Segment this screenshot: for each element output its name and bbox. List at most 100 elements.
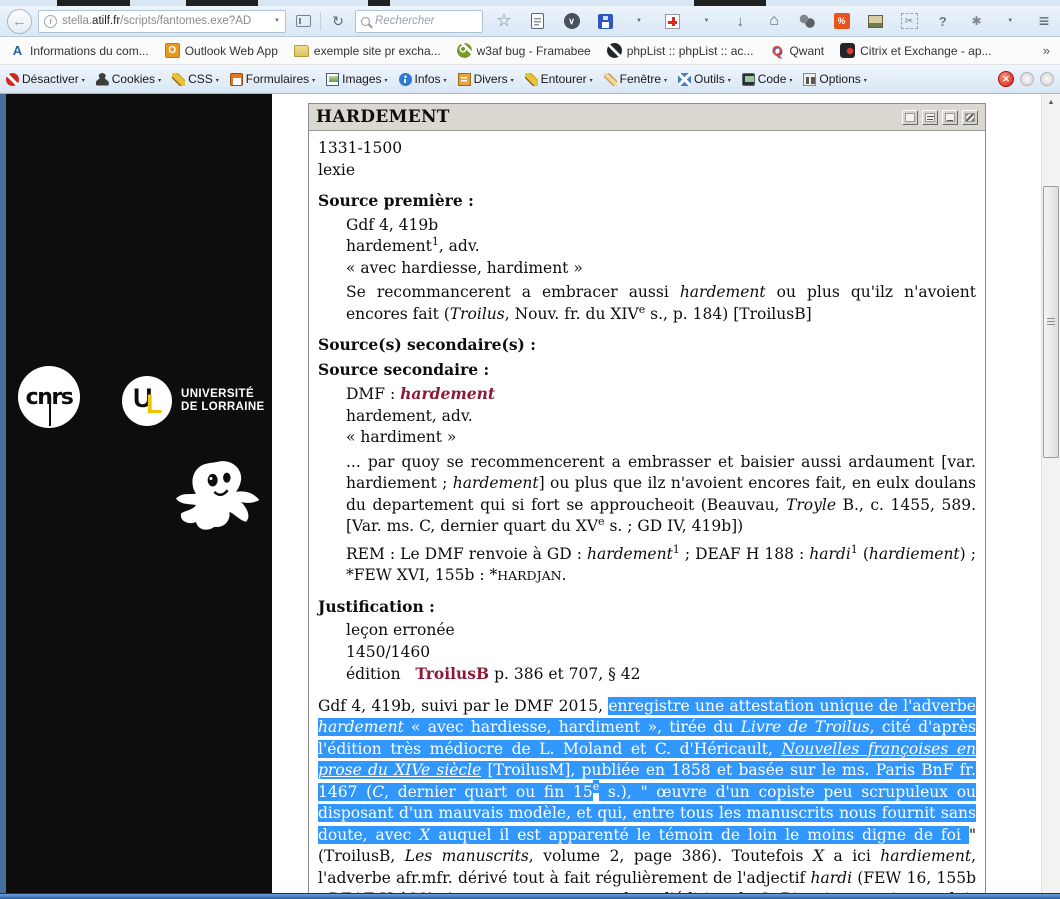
devbar-item-css[interactable]: CSS ▾ xyxy=(172,72,219,86)
bookmark-item[interactable]: w3af bug - Framabee xyxy=(456,43,591,58)
addon-button[interactable] xyxy=(664,9,682,33)
bookmark-label: Qwant xyxy=(789,43,825,58)
inline-link[interactable]: hardement xyxy=(400,384,495,403)
search-placeholder: Rechercher xyxy=(375,15,435,27)
overflow-dropdown-icon[interactable]: ▼ xyxy=(1001,9,1019,33)
save-dropdown-icon[interactable]: ▼ xyxy=(630,9,648,33)
pocket-button[interactable]: ∨ xyxy=(563,9,581,33)
devbar-circle-button[interactable] xyxy=(1020,72,1034,86)
tab-edge[interactable] xyxy=(694,0,766,6)
bookmark-label: Citrix et Exchange - ap... xyxy=(860,43,992,58)
scissors-icon: ✂ xyxy=(900,13,918,29)
back-arrow-icon: ← xyxy=(12,12,27,30)
view-blank-button[interactable] xyxy=(902,109,918,125)
proxy-button[interactable] xyxy=(799,9,817,33)
devbar-item-forms[interactable]: Formulaires ▾ xyxy=(229,72,315,86)
ul-monogram-icon: U L xyxy=(122,376,172,426)
text-segment: HARDJAN xyxy=(497,568,562,583)
bookmarks-menu-button[interactable] xyxy=(529,9,547,33)
view-list-button[interactable] xyxy=(922,109,938,125)
reader-mode-icon xyxy=(295,15,311,27)
forms-clipboard-icon xyxy=(229,72,243,86)
devbar-item-disable[interactable]: Désactiver ▾ xyxy=(6,72,85,86)
menu-button[interactable]: ≡ xyxy=(1035,9,1053,33)
addon-dropdown-icon[interactable]: ▼ xyxy=(698,9,716,33)
dmf-link-line[interactable]: DMF : hardement xyxy=(346,383,976,406)
text-segment: C xyxy=(372,782,385,801)
text-segment: Livre de Troilus xyxy=(740,718,870,736)
cnrs-logo[interactable]: cnrs xyxy=(18,366,80,428)
scroll-up-icon[interactable]: ▲ xyxy=(1042,94,1060,110)
refresh-button[interactable]: ↻ xyxy=(327,10,349,32)
tab-edge[interactable] xyxy=(186,0,258,6)
inline-link[interactable]: TroilusB xyxy=(415,664,489,683)
heading-sources-secondaires: Source(s) secondaire(s) : xyxy=(318,335,536,354)
taskbar-edge xyxy=(0,893,1060,899)
bookmark-item[interactable]: exemple site pr excha... xyxy=(293,43,441,58)
devbar-item-cookies[interactable]: Cookies ▾ xyxy=(95,72,161,86)
bookmark-item[interactable]: A Informations du com... xyxy=(10,43,149,58)
devbar-item-info[interactable]: Infos ▾ xyxy=(398,72,447,86)
heading-source-secondaire: Source secondaire : xyxy=(318,359,490,379)
options-icon xyxy=(803,72,817,86)
folder-icon xyxy=(293,44,309,57)
devbar-item-misc[interactable]: Divers ▾ xyxy=(457,72,514,86)
devbar-item-resize[interactable]: Fenêtre ▾ xyxy=(603,72,667,86)
bug-addon-button[interactable]: ✱ xyxy=(968,9,986,33)
url-bar[interactable]: i stella.atilf.fr/scripts/fantomes.exe?A… xyxy=(38,9,286,33)
devbar-item-tools[interactable]: Outils ▾ xyxy=(678,72,731,86)
bookmark-star-icon[interactable]: ☆ xyxy=(495,9,513,33)
screenshot-addon-button[interactable] xyxy=(866,9,884,33)
w3af-magnifier-icon xyxy=(456,43,472,58)
site-info-icon[interactable]: i xyxy=(44,14,57,28)
devbar-item-options[interactable]: Options ▾ xyxy=(803,72,867,86)
devbar-item-outline[interactable]: Entourer ▾ xyxy=(524,72,593,86)
url-text[interactable]: stella.atilf.fr/scripts/fantomes.exe?AD xyxy=(62,15,269,27)
url-dropdown-icon[interactable]: ▼ xyxy=(274,18,280,24)
scrollbar-thumb[interactable] xyxy=(1043,186,1059,458)
bookmark-item[interactable]: O Outlook Web App xyxy=(164,43,278,58)
text-segment: hardement xyxy=(452,474,539,492)
devbar-item-images[interactable]: Images ▾ xyxy=(326,72,388,86)
bookmark-item[interactable]: Q Qwant xyxy=(769,43,824,58)
devbar-close-button[interactable]: ✕ xyxy=(998,71,1014,87)
reader-mode-button[interactable] xyxy=(292,10,314,32)
tab-edge[interactable] xyxy=(57,0,130,6)
justification-line: leçon erronée xyxy=(346,621,455,639)
bookmark-item[interactable]: Citrix et Exchange - ap... xyxy=(840,43,992,58)
search-field[interactable]: Rechercher xyxy=(355,9,483,33)
text-segment: 1 xyxy=(672,542,680,556)
back-button[interactable]: ← xyxy=(7,8,32,34)
entry-title: HARDEMENT xyxy=(316,107,450,127)
bookmark-item[interactable]: phpList :: phpList :: ac... xyxy=(606,43,753,58)
text-segment: p. 386 et 707, § 42 xyxy=(489,665,641,683)
resize-ruler-icon xyxy=(603,72,617,86)
rem-note: REM : Le DMF renvoie à GD : hardement1 ;… xyxy=(346,542,976,587)
home-button[interactable]: ⌂ xyxy=(765,9,783,33)
tab-edge[interactable] xyxy=(368,0,390,6)
print-button[interactable] xyxy=(962,109,978,125)
devbar-circle-button[interactable] xyxy=(1040,72,1054,86)
outline-pencil-icon xyxy=(524,72,538,86)
bookmark-label: Outlook Web App xyxy=(184,43,278,58)
downloads-button[interactable]: ↓ xyxy=(731,9,749,33)
save-page-button[interactable] xyxy=(596,9,614,33)
text-segment: a ici xyxy=(824,847,881,865)
screengrab-button[interactable]: ✂ xyxy=(900,9,918,33)
zap-icon: % xyxy=(833,13,850,29)
bookmarks-overflow-chevron[interactable]: » xyxy=(1043,43,1050,58)
edition-line[interactable]: édition TroilusB p. 386 et 707, § 42 xyxy=(346,663,976,686)
help-button[interactable]: ? xyxy=(934,9,952,33)
secondary-gloss: « hardiment » xyxy=(346,428,457,446)
universite-lorraine-logo[interactable]: U L UNIVERSITÉ DE LORRAINE xyxy=(122,376,265,426)
vertical-scrollbar[interactable]: ▲ xyxy=(1041,94,1060,893)
zap-addon-button[interactable]: % xyxy=(833,9,851,33)
justification-line: 1450/1460 xyxy=(346,642,431,661)
devbar-item-code[interactable]: Code ▾ xyxy=(741,72,792,86)
secondary-quote: ... par quoy se recommencerent a embrass… xyxy=(346,452,976,538)
text-segment: hardiement xyxy=(868,544,960,563)
text-segment: X xyxy=(419,825,431,844)
view-compact-button[interactable] xyxy=(942,109,958,125)
text-segment: ( xyxy=(857,544,869,563)
source-ref: Gdf 4, 419b xyxy=(346,215,439,234)
